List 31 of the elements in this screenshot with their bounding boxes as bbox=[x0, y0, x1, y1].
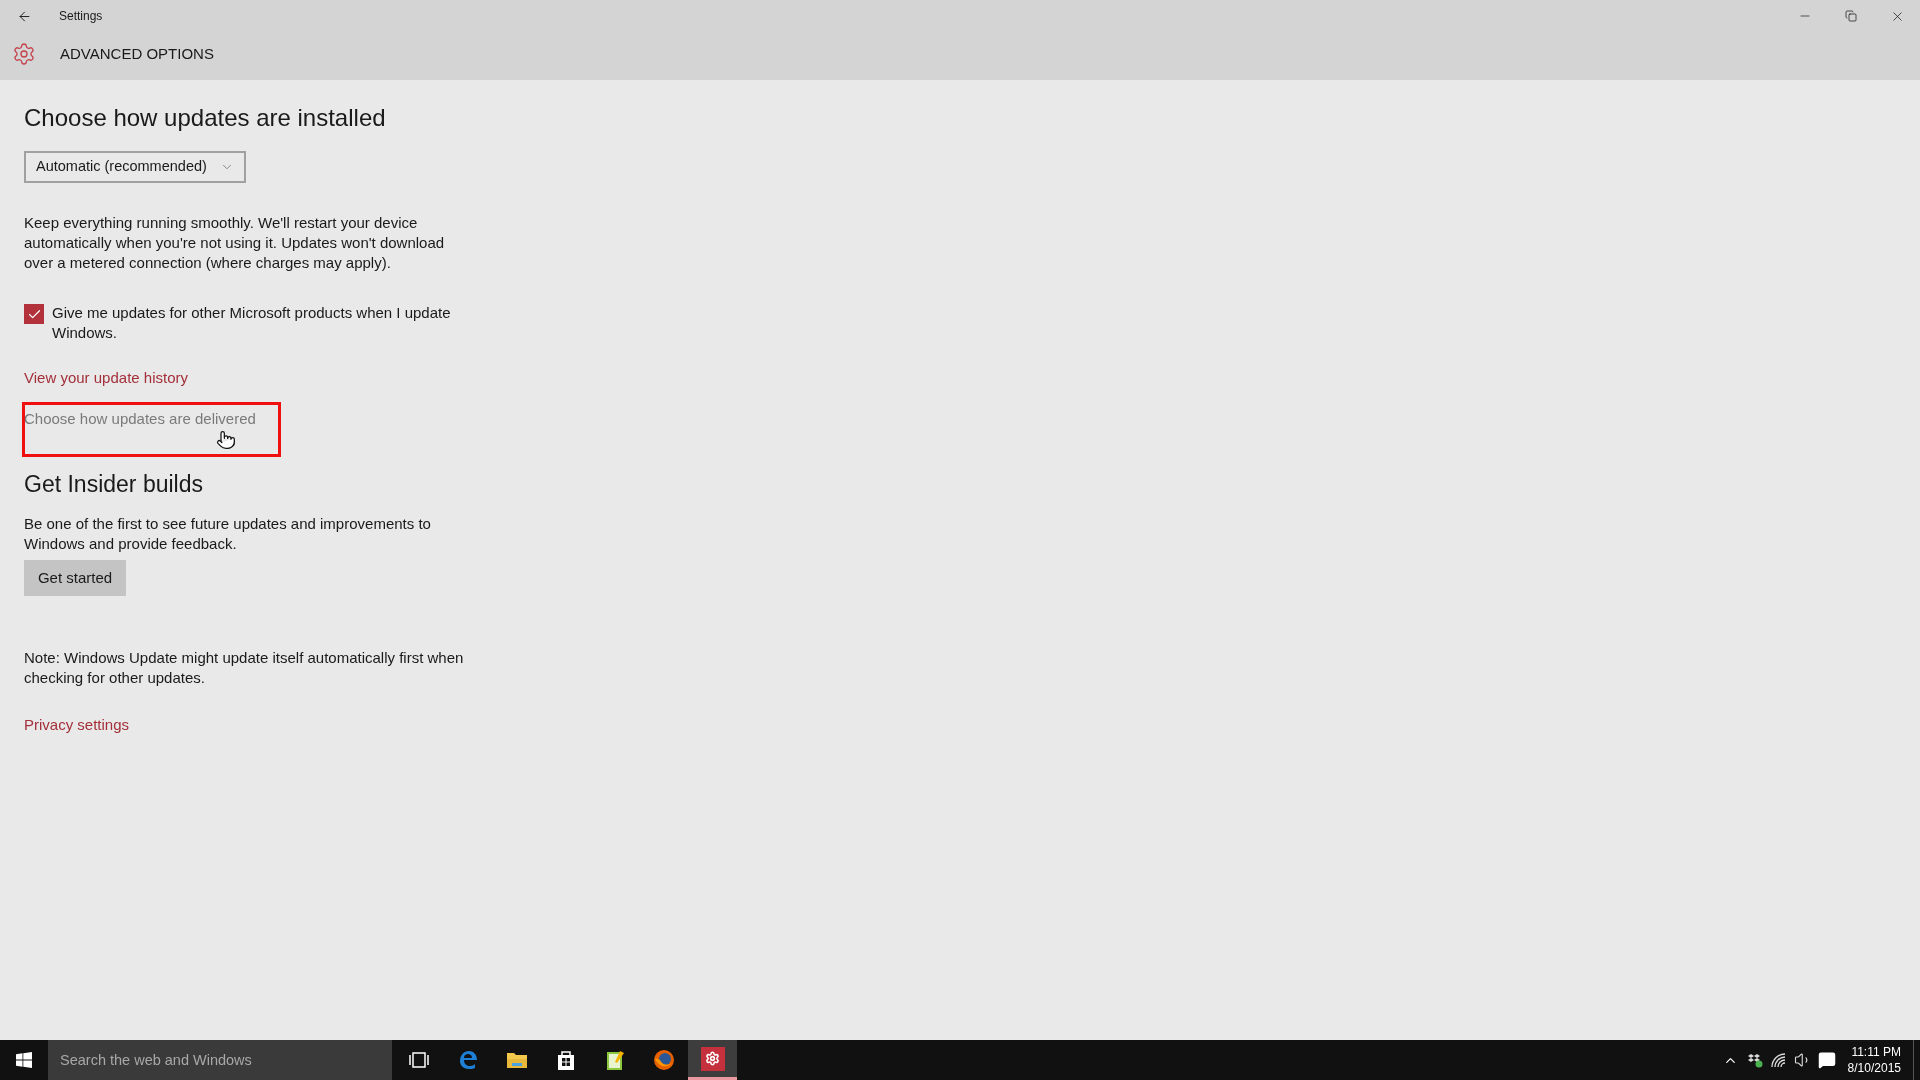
folder-icon bbox=[505, 1051, 528, 1069]
link[interactable]: View your update history bbox=[24, 366, 188, 390]
privacy-link[interactable]: Privacy settings bbox=[24, 714, 130, 737]
notepad-icon bbox=[604, 1049, 625, 1071]
windows-logo-icon bbox=[16, 1052, 32, 1068]
section-heading: Choose how updates are installed bbox=[24, 103, 387, 133]
description-text: Keep everything running smoothly. We'll restart your device automatically when you're not using it. Updates won't download over a metered connection (where charges may apply). bbox=[24, 213, 446, 273]
notification-icon[interactable] bbox=[1817, 1051, 1836, 1069]
back-arrow-icon bbox=[16, 8, 32, 24]
task-view-icon bbox=[408, 1052, 429, 1068]
section-heading: Get Insider builds bbox=[24, 470, 204, 498]
firefox-icon bbox=[652, 1049, 675, 1071]
get-started-button[interactable]: Get started bbox=[24, 560, 126, 596]
clock-time: 11:11 PM bbox=[1851, 1044, 1901, 1060]
settings-icon bbox=[700, 1046, 725, 1071]
description-text: Be one of the first to see future updates and improvements to Windows and provide feedback. bbox=[24, 514, 432, 554]
install-dropdown[interactable]: Automatic (recommended) bbox=[24, 151, 246, 183]
wifi-icon[interactable] bbox=[1769, 1052, 1788, 1068]
checkbox[interactable] bbox=[24, 304, 44, 324]
clock-date: 8/10/2015 bbox=[1847, 1060, 1901, 1076]
note-text: Note: Windows Update might update itself automatically first when checking for other updates. bbox=[24, 648, 465, 688]
checkbox-label: Give me updates for other Microsoft products when I update Windows. bbox=[52, 303, 452, 343]
page-header-title: ADVANCED OPTIONS bbox=[60, 43, 214, 64]
window-title: Settings bbox=[59, 8, 103, 25]
shopping-bag-icon bbox=[555, 1049, 576, 1071]
hand-cursor-icon bbox=[216, 430, 236, 450]
gear-icon bbox=[12, 42, 36, 66]
clock[interactable]: 11:11 PM 8/10/2015 bbox=[1847, 1044, 1901, 1076]
search-field[interactable]: Search the web and Windows bbox=[48, 1040, 392, 1080]
taskbar-app-button[interactable] bbox=[688, 1040, 737, 1080]
restore-icon bbox=[1845, 10, 1857, 22]
